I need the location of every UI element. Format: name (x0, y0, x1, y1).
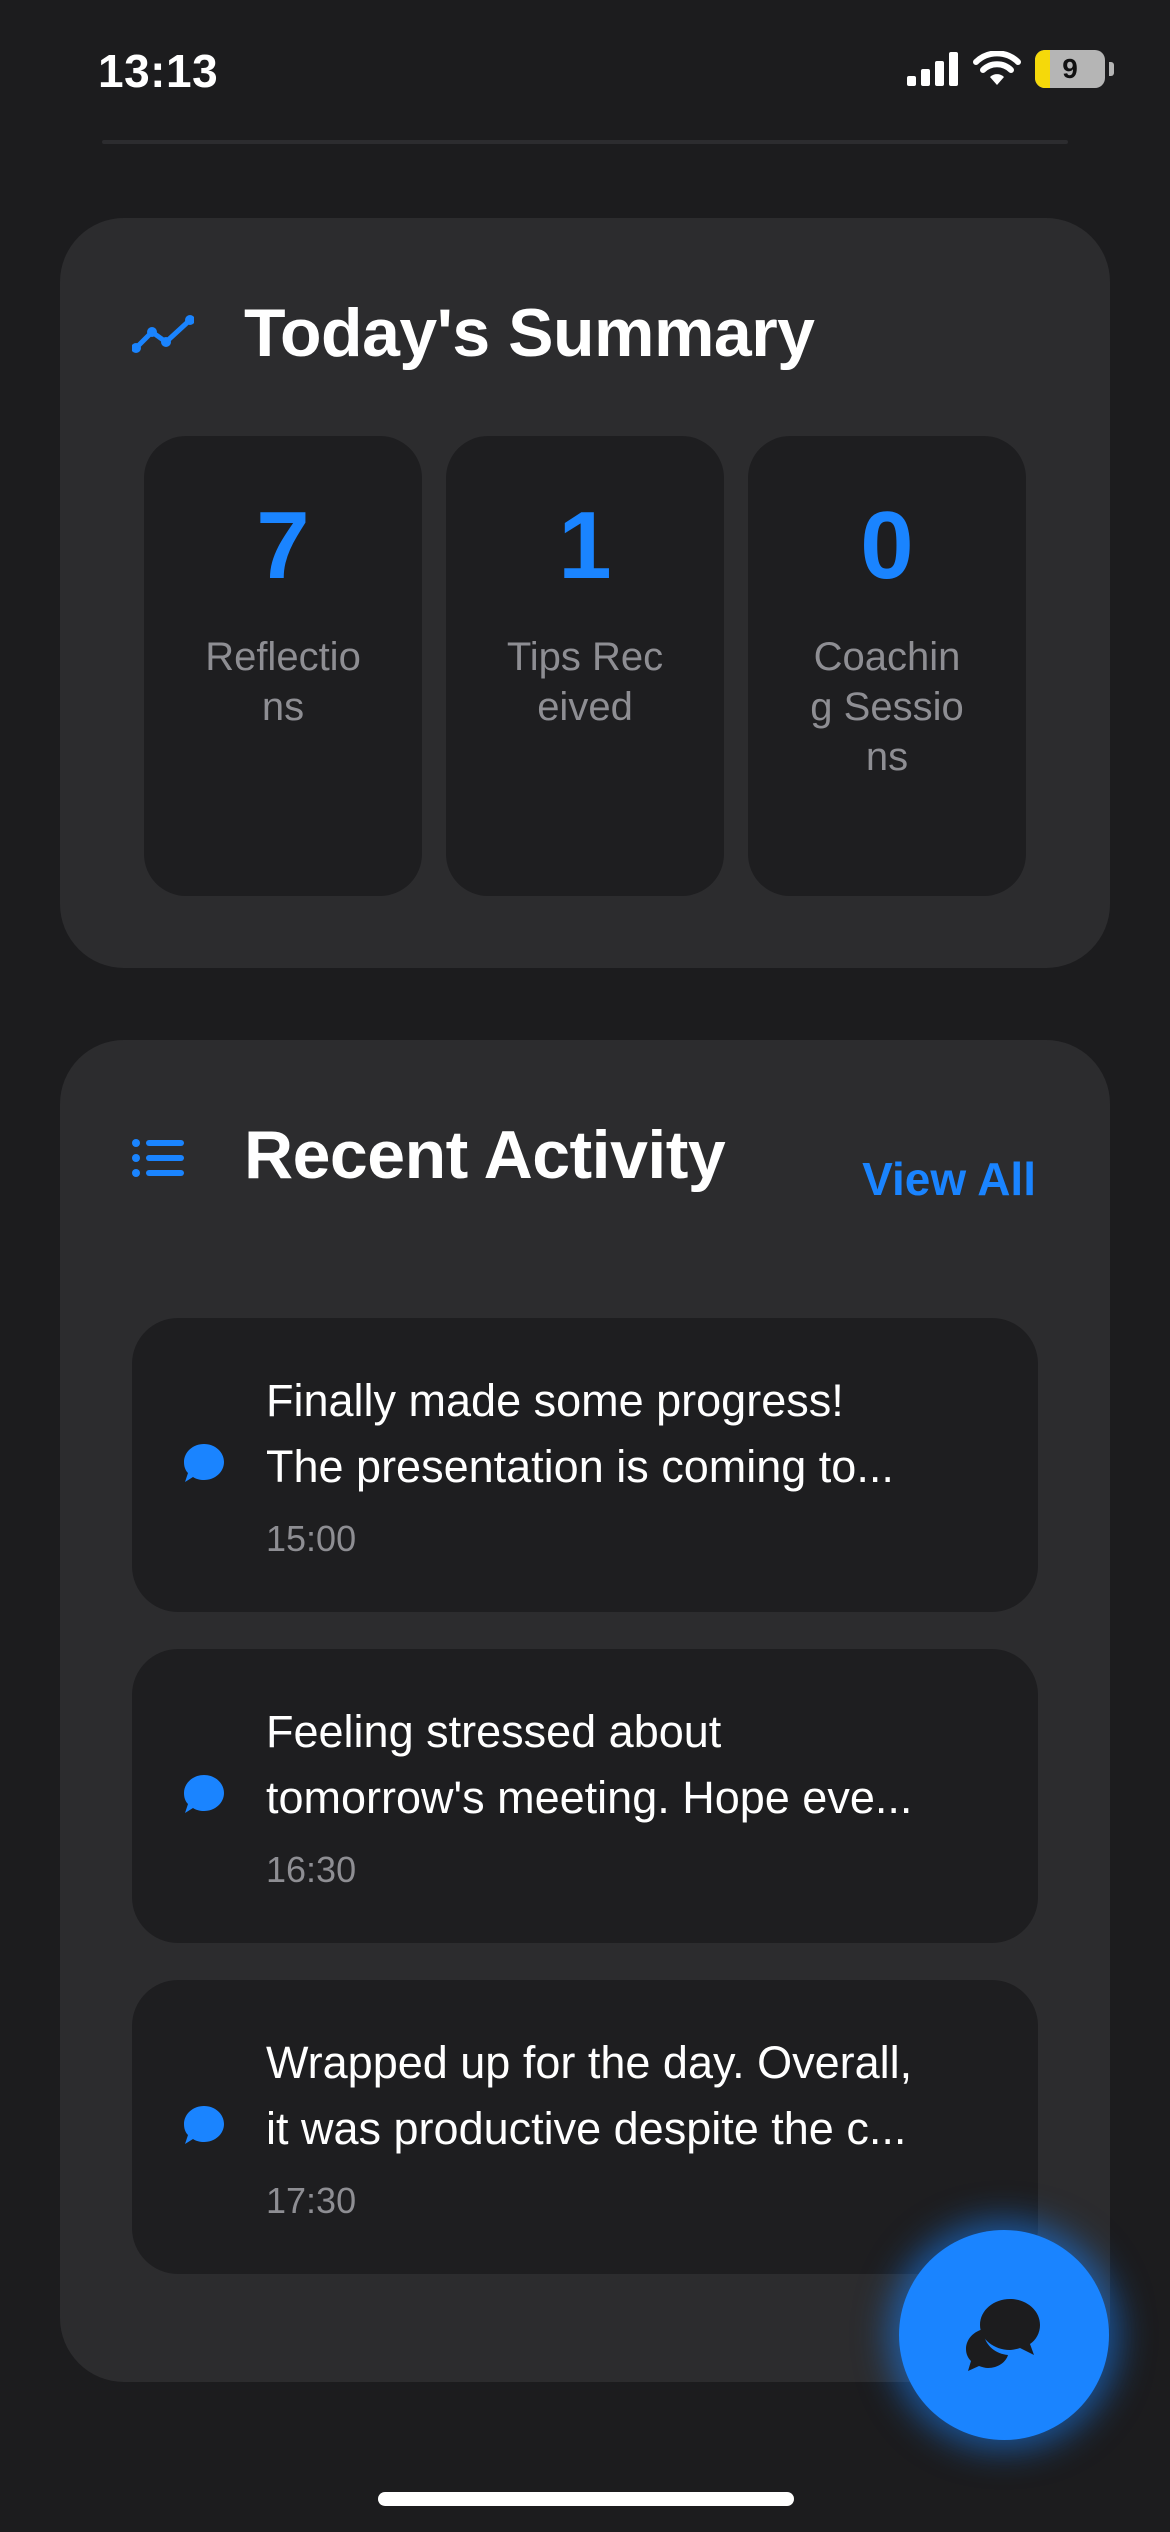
activity-line-1: Wrapped up for the day. Overall, (266, 2037, 913, 2088)
activity-text: Feeling stressed about tomorrow's meetin… (266, 1699, 1006, 1831)
view-all-link[interactable]: View All (862, 1152, 1036, 1206)
cellular-signal-icon (907, 52, 958, 86)
battery-cap (1109, 62, 1114, 76)
activity-time: 17:30 (266, 2180, 357, 2221)
battery-icon: 9 (1035, 50, 1105, 88)
summary-title: Today's Summary (244, 295, 815, 371)
chat-bubble-icon (184, 1444, 224, 1482)
activity-time: 15:00 (266, 1518, 357, 1559)
list-icon (132, 1139, 184, 1177)
stat-label: Reflections (205, 635, 361, 729)
stat-value: 1 (558, 492, 612, 599)
home-indicator[interactable] (378, 2492, 794, 2506)
summary-card: Today's Summary 7 Reflections 1 Tips Rec… (60, 218, 1110, 968)
chat-bubbles-icon (966, 2299, 1040, 2371)
chat-fab-button[interactable] (899, 2230, 1109, 2440)
top-divider (102, 140, 1068, 144)
activity-line-1: Finally made some progress! (266, 1375, 844, 1426)
activity-item[interactable]: Finally made some progress! The presenta… (132, 1318, 1038, 1612)
app-screen: 13:13 9 Today's Summary 7 Reflections 1 … (0, 0, 1170, 2532)
stat-label: Coaching Sessions (810, 635, 964, 779)
stat-tile-coaching-sessions[interactable]: 0 Coaching Sessions (748, 436, 1026, 896)
activity-item[interactable]: Wrapped up for the day. Overall, it was … (132, 1980, 1038, 2274)
stat-label: Tips Received (506, 635, 664, 729)
status-time: 13:13 (98, 45, 219, 97)
activity-item[interactable]: Feeling stressed about tomorrow's meetin… (132, 1649, 1038, 1943)
activity-line-2: tomorrow's meeting. Hope eve... (266, 1772, 913, 1823)
activity-line-1: Feeling stressed about (266, 1706, 722, 1757)
activity-card: Recent Activity View All Finally made so… (60, 1040, 1110, 2382)
wifi-icon (973, 51, 1021, 85)
status-bar: 13:13 9 (0, 0, 1170, 140)
stat-value: 7 (256, 492, 310, 599)
stat-tile-reflections[interactable]: 7 Reflections (144, 436, 422, 896)
battery-level: 9 (1062, 53, 1078, 84)
activity-time: 16:30 (266, 1849, 357, 1890)
activity-text: Finally made some progress! The presenta… (266, 1368, 1006, 1500)
activity-line-2: it was productive despite the c... (266, 2103, 907, 2154)
chat-bubble-icon (184, 2106, 224, 2144)
stat-value: 0 (860, 492, 914, 599)
activity-text: Wrapped up for the day. Overall, it was … (266, 2030, 1006, 2162)
activity-title: Recent Activity (244, 1117, 726, 1193)
stat-tile-tips-received[interactable]: 1 Tips Received (446, 436, 724, 896)
trend-line-icon (132, 315, 194, 353)
chat-bubble-icon (184, 1775, 224, 1813)
activity-line-2: The presentation is coming to... (266, 1441, 894, 1492)
status-icons: 9 (907, 50, 1114, 88)
